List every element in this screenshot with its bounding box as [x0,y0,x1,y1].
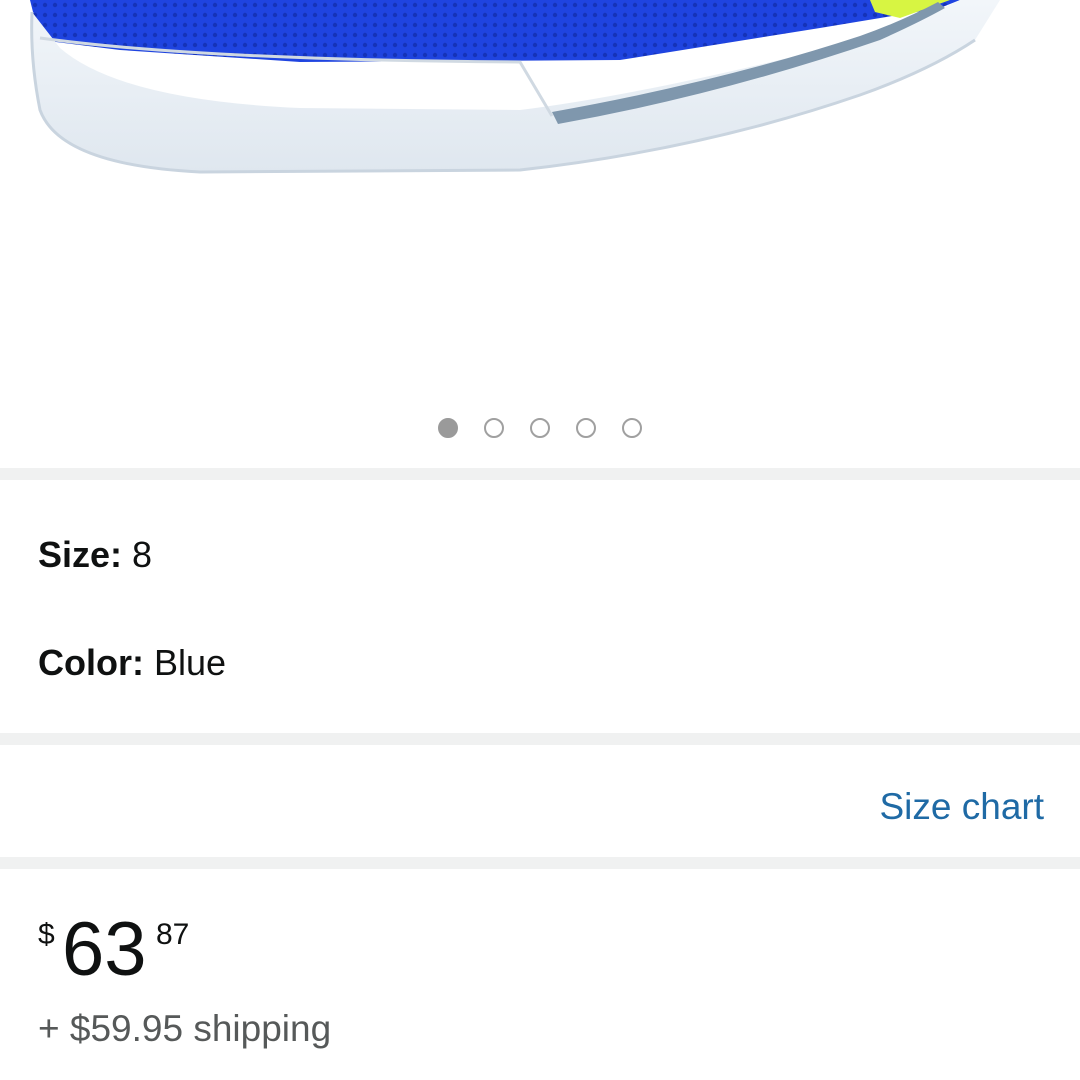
section-divider [0,468,1080,480]
price-fraction: 87 [156,918,190,951]
price-currency-symbol: $ [38,918,55,951]
price-whole: 63 [62,907,147,992]
carousel-dot-5[interactable] [622,418,642,438]
size-label: Size: [38,534,123,575]
carousel-dot-3[interactable] [530,418,550,438]
size-value: 8 [132,534,153,575]
carousel-indicators [0,418,1080,438]
carousel-dot-1[interactable] [438,418,458,438]
carousel-dot-4[interactable] [576,418,596,438]
product-image-carousel[interactable] [0,0,1080,468]
color-variation[interactable]: Color: Blue [38,643,226,683]
size-variation[interactable]: Size: 8 [38,535,152,575]
carousel-dot-2[interactable] [484,418,504,438]
section-divider [0,857,1080,869]
size-chart-link[interactable]: Size chart [879,786,1044,828]
shipping-cost: + $59.95 shipping [38,1008,332,1049]
product-detail-page: Size: 8 Color: Blue Size chart $ 63 87 +… [0,0,1080,1080]
section-divider [0,733,1080,745]
shoe-image [30,0,1000,174]
color-label: Color: [38,642,144,683]
color-value: Blue [154,642,227,683]
